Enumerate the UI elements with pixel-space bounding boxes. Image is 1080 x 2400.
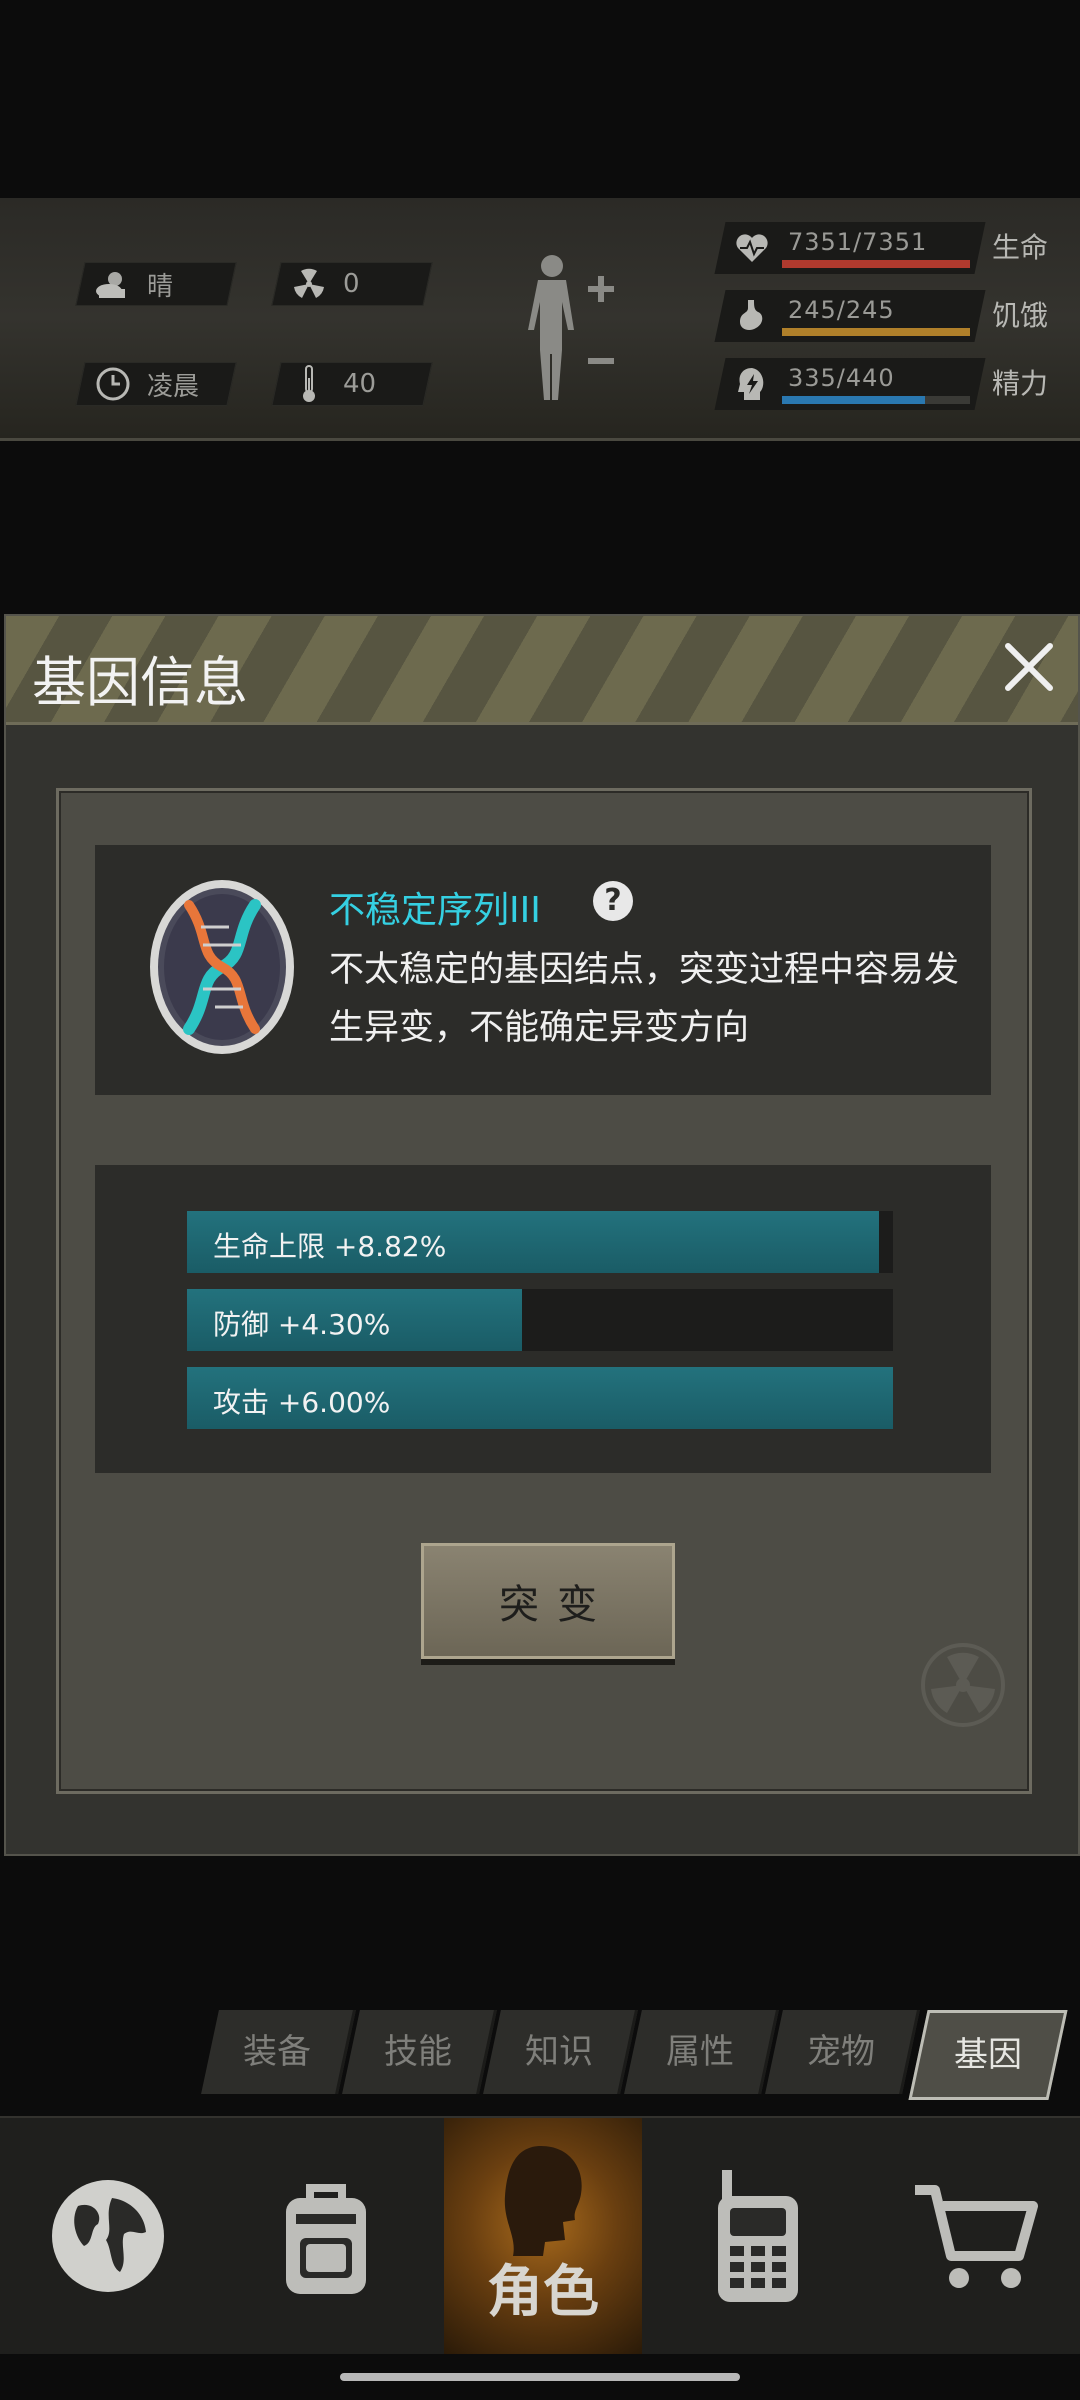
help-icon[interactable]: ? [593, 881, 633, 921]
stat-row-hunger: 245/245 饥饿 [714, 290, 1060, 342]
time-cell: 凌晨 [75, 362, 237, 406]
partly-cloudy-icon [95, 266, 131, 302]
tab-skills[interactable]: 技能 [342, 2010, 497, 2094]
health-label: 生命 [992, 231, 1049, 264]
energy-bar [782, 396, 970, 404]
heart-icon [736, 234, 768, 262]
attribute-bar-health: 生命上限 +8.82% [187, 1211, 893, 1273]
radio-icon [718, 2170, 798, 2302]
tab-label: 属性 [666, 2032, 734, 2072]
energy-label: 精力 [992, 367, 1049, 400]
dna-icon [149, 879, 295, 1055]
home-indicator[interactable] [340, 2373, 740, 2381]
tab-label: 技能 [384, 2032, 452, 2072]
attribute-label: 生命上限 +8.82% [213, 1230, 447, 1263]
cart-icon [915, 2185, 1038, 2288]
tab-label: 基因 [954, 2035, 1022, 2075]
status-panel: 晴 0 凌晨 40 7351/7351 生命 245/245 饥饿 335/44… [0, 198, 1080, 441]
gene-info-modal: 基因信息 不稳定序列III ? 不太稳定的基因结点，突变过程中容易发生异变，不能… [4, 614, 1080, 1856]
nav-backpack[interactable] [226, 2118, 426, 2354]
attribute-label: 攻击 +6.00% [213, 1386, 391, 1419]
energy-icon [738, 368, 764, 400]
globe-icon [52, 2180, 164, 2292]
nav-radio[interactable] [658, 2118, 858, 2354]
modal-title: 基因信息 [32, 651, 248, 714]
thermometer-icon [291, 365, 327, 402]
weather-cell: 晴 [75, 262, 237, 306]
weather-label: 晴 [147, 271, 174, 302]
temperature-value: 40 [343, 369, 377, 399]
nav-character[interactable]: 角色 [444, 2118, 642, 2354]
tab-genes[interactable]: 基因 [908, 2010, 1068, 2100]
attribute-label: 防御 +4.30% [213, 1308, 391, 1341]
gene-card: 不稳定序列III ? 不太稳定的基因结点，突变过程中容易发生异变，不能确定异变方… [95, 845, 991, 1095]
nav-character-label: 角色 [487, 2260, 599, 2325]
energy-value: 335/440 [788, 364, 895, 392]
hunger-label: 饥饿 [992, 299, 1049, 332]
gene-name: 不稳定序列III [329, 890, 541, 931]
radiation-value: 0 [343, 269, 360, 299]
nav-world[interactable] [8, 2118, 208, 2354]
clock-icon [95, 366, 131, 402]
close-button[interactable] [1000, 638, 1058, 696]
tab-equipment[interactable]: 装备 [201, 2010, 356, 2094]
close-icon [1005, 643, 1053, 691]
attribute-bar-defense: 防御 +4.30% [187, 1289, 893, 1351]
radiation-watermark-icon [921, 1643, 1005, 1727]
backpack-icon [286, 2184, 366, 2294]
mutate-button-label: 突变 [499, 1582, 615, 1628]
stat-row-energy: 335/440 精力 [714, 358, 1060, 410]
body-modify-icon[interactable] [518, 250, 618, 410]
nav-shop[interactable] [876, 2118, 1076, 2354]
tab-label: 装备 [243, 2032, 311, 2072]
tab-attributes[interactable]: 属性 [624, 2010, 779, 2094]
health-value: 7351/7351 [788, 228, 928, 256]
mutate-button[interactable]: 突变 [421, 1543, 675, 1659]
gene-description: 不太稳定的基因结点，突变过程中容易发生异变，不能确定异变方向 [329, 950, 960, 1048]
attribute-panel: 生命上限 +8.82% 防御 +4.30% 攻击 +6.00% [95, 1165, 991, 1473]
stat-row-health: 7351/7351 生命 [714, 222, 1060, 274]
radiation-cell: 0 [271, 262, 433, 306]
health-bar [782, 260, 970, 268]
radiation-icon [291, 266, 327, 302]
hunger-bar [782, 328, 970, 336]
stomach-icon [740, 300, 763, 330]
sub-tab-bar: 装备 技能 知识 属性 宠物 基因 [196, 2010, 1068, 2100]
hunger-value: 245/245 [788, 296, 895, 324]
tab-pets[interactable]: 宠物 [765, 2010, 920, 2094]
bottom-nav: 角色 [0, 2116, 1080, 2354]
time-of-day-label: 凌晨 [147, 371, 200, 402]
modal-header: 基因信息 [6, 616, 1078, 725]
tab-knowledge[interactable]: 知识 [483, 2010, 638, 2094]
temperature-cell: 40 [271, 362, 433, 406]
tab-label: 宠物 [807, 2032, 875, 2072]
tab-label: 知识 [525, 2032, 593, 2072]
modal-content: 不稳定序列III ? 不太稳定的基因结点，突变过程中容易发生异变，不能确定异变方… [56, 788, 1032, 1794]
attribute-bar-attack: 攻击 +6.00% [187, 1367, 893, 1429]
